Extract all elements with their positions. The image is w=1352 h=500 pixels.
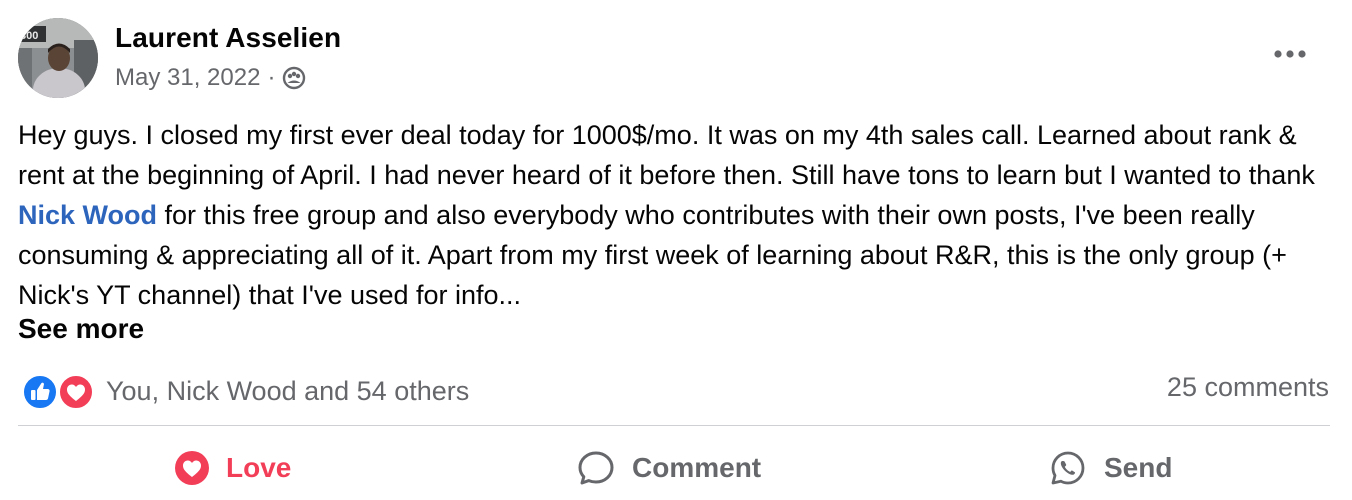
post-meta: May 31, 2022 ·	[115, 64, 307, 92]
post-text-before: Hey guys. I closed my first ever deal to…	[18, 120, 1315, 190]
comment-label: Comment	[632, 452, 762, 483]
send-label: Send	[1104, 452, 1173, 483]
meta-separator: ·	[267, 64, 276, 91]
post-text: Hey guys. I closed my first ever deal to…	[18, 115, 1328, 315]
divider	[18, 425, 1330, 426]
reactions-summary-text[interactable]: You, Nick Wood and 54 others	[106, 376, 469, 407]
post-card: 300 Laurent Asselien May 31, 2022 · Hey …	[0, 0, 1352, 500]
comments-count[interactable]: 25 comments	[1167, 372, 1329, 403]
like-icon	[22, 374, 58, 415]
whatsapp-icon	[1051, 451, 1085, 485]
svg-text:300: 300	[20, 30, 38, 42]
comment-icon	[578, 451, 614, 485]
author-name[interactable]: Laurent Asselien	[115, 22, 341, 54]
reaction-icons	[20, 371, 98, 411]
mention-link[interactable]: Nick Wood	[18, 200, 157, 230]
love-label: Love	[226, 452, 292, 483]
heart-icon	[58, 374, 94, 415]
avatar-photo: 300	[18, 18, 98, 98]
see-more-button[interactable]: See more	[18, 313, 144, 345]
more-options-button[interactable]	[1268, 40, 1312, 68]
comment-button[interactable]: Comment	[576, 445, 761, 491]
reactions-summary[interactable]: You, Nick Wood and 54 others	[20, 371, 469, 411]
group-icon[interactable]	[281, 65, 307, 91]
ellipsis-icon	[1274, 50, 1306, 58]
send-button[interactable]: Send	[1048, 445, 1172, 491]
post-text-after: for this free group and also everybody w…	[18, 200, 1287, 310]
avatar[interactable]: 300	[18, 18, 98, 98]
heart-icon	[175, 451, 209, 485]
love-button[interactable]: Love	[174, 445, 291, 491]
post-date[interactable]: May 31, 2022	[115, 64, 260, 92]
